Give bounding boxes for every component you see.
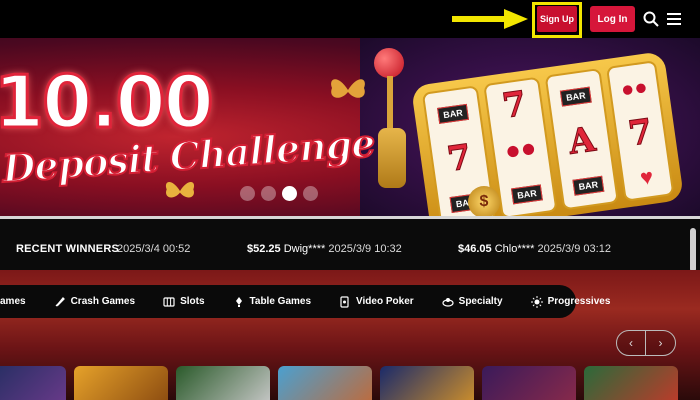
slot-icon <box>163 296 175 307</box>
category-table-games[interactable]: Table Games <box>233 296 312 308</box>
progressive-icon <box>530 295 543 308</box>
hero-banner[interactable]: 10.00 Deposit Challenge BAR 7 BAR 7 ●● B… <box>0 38 700 218</box>
butterfly-icon <box>331 79 365 98</box>
carousel-next-button[interactable]: › <box>646 331 675 355</box>
slot-lever-ball <box>374 48 404 78</box>
hero-divider <box>0 216 700 219</box>
carousel-dot-active[interactable] <box>282 186 297 201</box>
winner-name: Chlo**** <box>494 243 535 255</box>
game-thumbnail[interactable] <box>278 366 372 400</box>
game-category-bar: ames Crash Games Slots Table Games Video… <box>0 285 610 318</box>
category-label: Progressives <box>547 296 611 307</box>
category-label: Slots <box>180 296 205 307</box>
recent-winners-ticker: RECENT WINNERS 2025/3/4 00:52 $52.25 Dwi… <box>0 229 700 269</box>
slot-reel: ●● 7 ♥ <box>606 60 675 202</box>
casino-home-page: Sign Up Log In 10.00 Deposit Challenge B… <box>0 0 700 400</box>
game-thumbnail[interactable] <box>482 366 576 400</box>
category-label: Specialty <box>458 296 503 307</box>
recent-winners-title: RECENT WINNERS <box>16 243 120 255</box>
winner-time: 2025/3/9 03:12 <box>537 243 611 255</box>
winner-name: Dwig**** <box>283 243 326 255</box>
game-thumbnail[interactable] <box>0 366 66 400</box>
slot-lever-base <box>378 128 406 188</box>
poker-icon <box>340 295 349 308</box>
winner-time: 2025/3/4 00:52 <box>117 243 191 255</box>
category-label: ames <box>0 296 26 307</box>
category-games[interactable]: ames <box>0 296 26 307</box>
game-thumbnail[interactable] <box>74 366 168 400</box>
category-crash-games[interactable]: Crash Games <box>54 296 135 308</box>
rocket-icon <box>55 296 65 307</box>
game-thumbnail[interactable] <box>380 366 474 400</box>
winner-entry: $52.25 Dwig**** 2025/3/9 10:32 <box>247 243 402 255</box>
slot-lever-rod <box>387 76 393 136</box>
signup-button[interactable]: Sign Up <box>537 6 577 32</box>
search-icon[interactable] <box>643 11 659 27</box>
category-specialty[interactable]: Specialty <box>442 296 503 308</box>
highlight-arrow-icon <box>452 9 528 29</box>
carousel-dots <box>240 186 318 201</box>
butterfly-icon <box>165 182 195 198</box>
top-navigation-bar: Sign Up Log In <box>0 0 700 38</box>
login-button[interactable]: Log In <box>590 6 635 32</box>
game-thumbnail[interactable] <box>176 366 270 400</box>
winner-entry: 2025/3/4 00:52 <box>117 243 190 255</box>
category-progressives[interactable]: Progressives <box>530 295 611 308</box>
category-label: Crash Games <box>70 296 136 307</box>
category-label: Table Games <box>249 296 312 307</box>
category-video-poker[interactable]: Video Poker <box>339 295 414 308</box>
hero-amount: 10.00 <box>0 60 215 144</box>
carousel-nav: ‹ › <box>616 330 676 356</box>
carousel-dot[interactable] <box>261 186 276 201</box>
carousel-dot[interactable] <box>303 186 318 201</box>
slot-reel: BAR A BAR <box>544 67 619 211</box>
cards-icon <box>235 296 242 307</box>
carousel-prev-button[interactable]: ‹ <box>617 331 647 355</box>
winner-amount: $46.05 <box>458 243 492 255</box>
winner-amount: $52.25 <box>247 243 281 255</box>
carousel-dot[interactable] <box>240 186 255 201</box>
winner-time: 2025/3/9 10:32 <box>328 243 402 255</box>
category-slots[interactable]: Slots <box>163 296 205 308</box>
winner-entry: $46.05 Chlo**** 2025/3/9 03:12 <box>458 243 611 255</box>
scrollbar-thumb[interactable] <box>690 228 696 272</box>
game-thumbnail[interactable] <box>584 366 678 400</box>
specialty-icon <box>442 297 454 307</box>
category-label: Video Poker <box>356 296 414 307</box>
dollar-coin-icon: $ <box>468 186 500 218</box>
menu-icon[interactable] <box>667 12 681 26</box>
